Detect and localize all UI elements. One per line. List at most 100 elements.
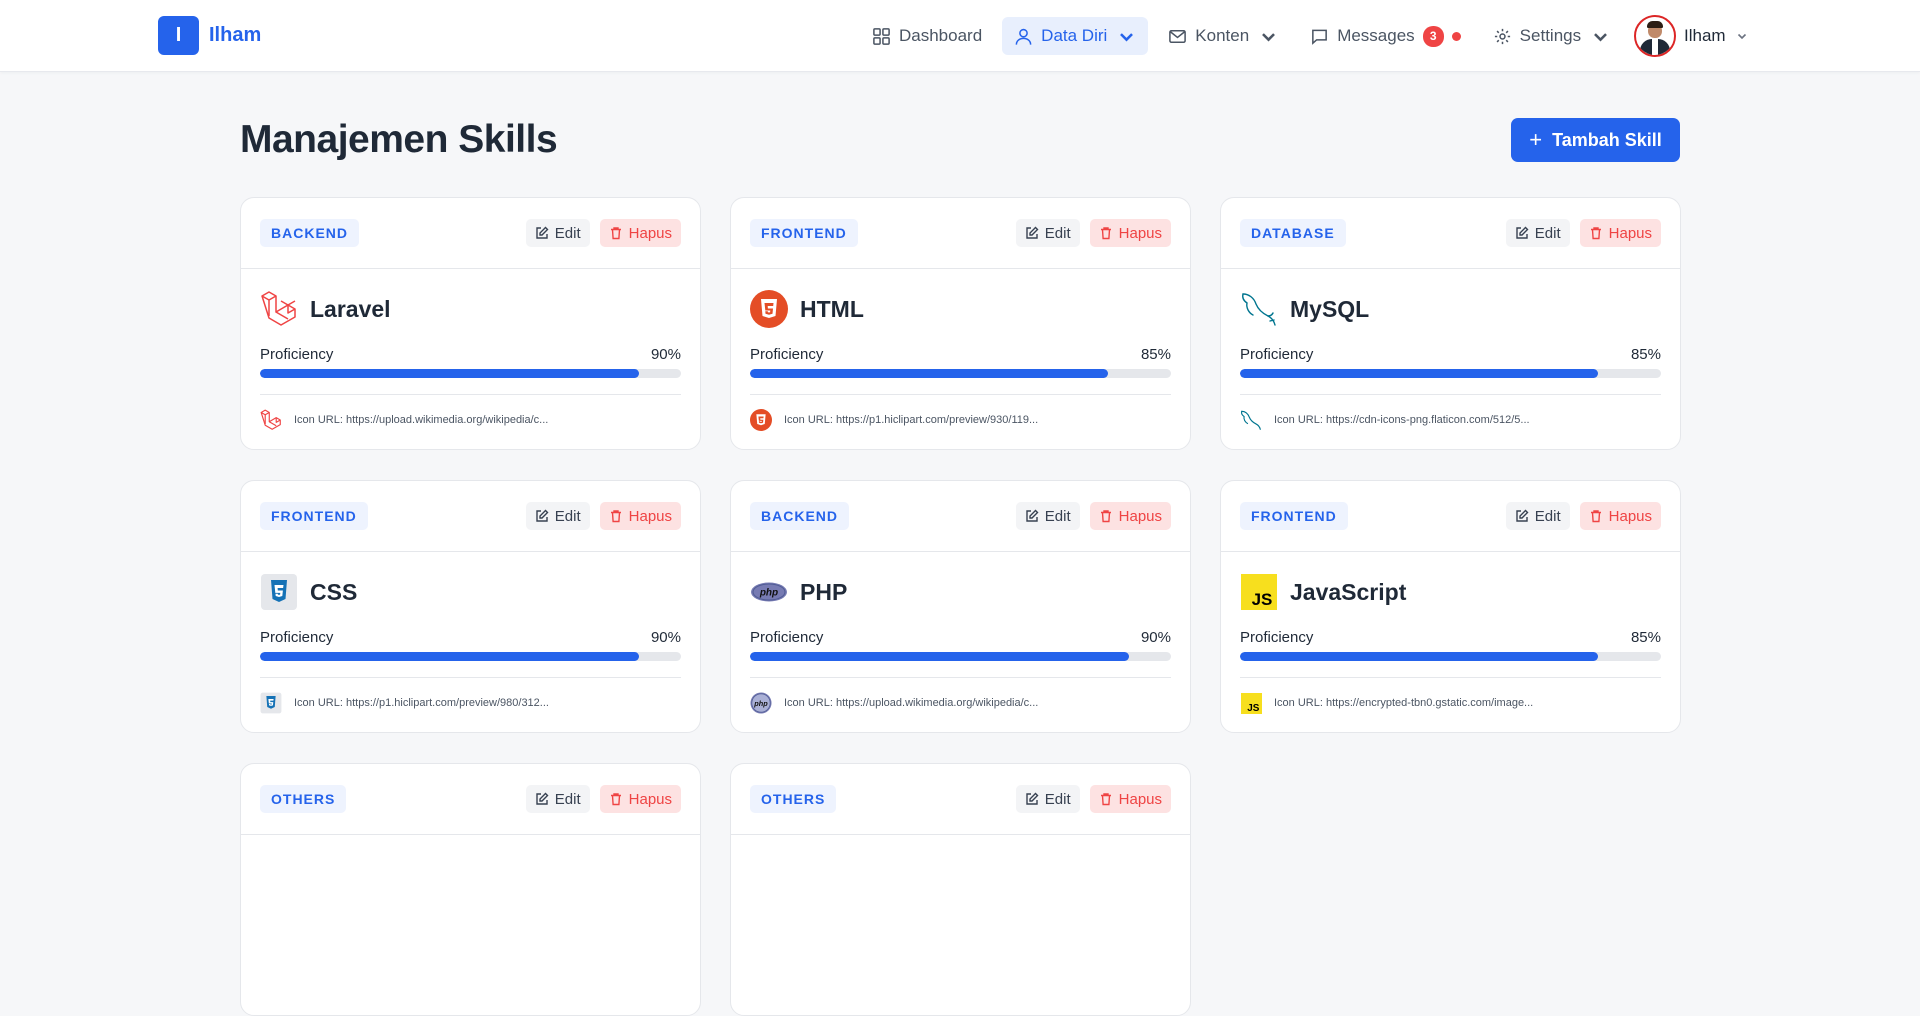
nav-menu: Dashboard Data Diri Konten Messages 3 Se… bbox=[860, 17, 1622, 55]
user-menu[interactable]: Ilham bbox=[1634, 15, 1748, 57]
delete-label: Hapus bbox=[1608, 507, 1652, 525]
proficiency-bar-fill bbox=[260, 369, 639, 378]
delete-label: Hapus bbox=[1608, 224, 1652, 242]
edit-icon bbox=[1516, 509, 1529, 522]
javascript-icon: JS bbox=[1240, 573, 1278, 611]
card-actions: Edit Hapus bbox=[1505, 219, 1661, 247]
javascript-icon: JS bbox=[1240, 692, 1262, 714]
nav-item-label: Dashboard bbox=[899, 26, 983, 45]
add-skill-button[interactable]: + Tambah Skill bbox=[1511, 118, 1680, 162]
card-actions: Edit Hapus bbox=[1015, 785, 1171, 813]
skill-card: DATABASE Edit Hapus MySQL Proficiency 85… bbox=[1220, 197, 1681, 450]
delete-button[interactable]: Hapus bbox=[1089, 502, 1171, 530]
skill-card: BACKEND Edit Hapus php PHP Proficiency 9… bbox=[730, 480, 1191, 733]
skill-name: CSS bbox=[310, 578, 358, 605]
mysql-dolphin-icon bbox=[1240, 290, 1278, 328]
proficiency-bar bbox=[1240, 369, 1661, 378]
add-skill-label: Tambah Skill bbox=[1552, 129, 1662, 150]
proficiency-label: Proficiency bbox=[750, 629, 824, 646]
edit-button[interactable]: Edit bbox=[1505, 219, 1570, 247]
nav-item-label: Data Diri bbox=[1041, 26, 1108, 45]
delete-button[interactable]: Hapus bbox=[599, 502, 681, 530]
nav-item-data-diri[interactable]: Data Diri bbox=[1002, 17, 1149, 55]
brand-name: Ilham bbox=[209, 24, 262, 46]
nav-item-label: Settings bbox=[1519, 26, 1582, 45]
card-header: OTHERS Edit Hapus bbox=[241, 764, 700, 835]
category-badge: OTHERS bbox=[750, 785, 837, 813]
brand[interactable]: I Ilham bbox=[158, 16, 261, 55]
card-header: BACKEND Edit Hapus bbox=[731, 481, 1190, 552]
edit-icon bbox=[1026, 792, 1039, 805]
laravel-icon bbox=[260, 409, 282, 431]
card-actions: Edit Hapus bbox=[525, 219, 681, 247]
trash-icon bbox=[1100, 793, 1111, 806]
brand-logo: I bbox=[158, 16, 199, 55]
proficiency-bar-fill bbox=[750, 652, 1129, 661]
icon-url-text: Icon URL: https://upload.wikimedia.org/w… bbox=[294, 414, 549, 426]
nav-item-dashboard[interactable]: Dashboard bbox=[860, 17, 994, 55]
nav-item-settings[interactable]: Settings bbox=[1481, 17, 1622, 55]
avatar bbox=[1634, 15, 1676, 57]
card-actions: Edit Hapus bbox=[525, 785, 681, 813]
nav-item-konten[interactable]: Konten bbox=[1156, 17, 1290, 55]
proficiency-bar bbox=[1240, 652, 1661, 661]
chevron-down-icon bbox=[1262, 32, 1276, 41]
edit-label: Edit bbox=[554, 224, 581, 242]
delete-label: Hapus bbox=[1118, 224, 1162, 242]
category-badge: FRONTEND bbox=[1240, 502, 1348, 530]
icon-url-text: Icon URL: https://encrypted-tbn0.gstatic… bbox=[1274, 697, 1534, 709]
edit-icon bbox=[1026, 509, 1039, 522]
edit-label: Edit bbox=[554, 790, 581, 808]
html5-icon bbox=[750, 409, 772, 431]
edit-button[interactable]: Edit bbox=[1505, 502, 1570, 530]
proficiency-value: 90% bbox=[1140, 629, 1171, 646]
skills-grid: BACKEND Edit Hapus Laravel Proficiency 9… bbox=[240, 197, 1681, 1016]
card-actions: Edit Hapus bbox=[1505, 502, 1661, 530]
edit-button[interactable]: Edit bbox=[1015, 502, 1080, 530]
proficiency-label: Proficiency bbox=[1240, 346, 1314, 363]
edit-label: Edit bbox=[554, 507, 581, 525]
edit-icon bbox=[536, 226, 549, 239]
top-navbar: I Ilham Dashboard Data Diri Konten Messa… bbox=[0, 0, 1920, 72]
mysql-dolphin-icon bbox=[1240, 409, 1262, 431]
delete-button[interactable]: Hapus bbox=[1579, 219, 1661, 247]
edit-icon bbox=[536, 509, 549, 522]
proficiency-label: Proficiency bbox=[260, 629, 334, 646]
edit-label: Edit bbox=[1044, 507, 1071, 525]
proficiency-bar-fill bbox=[260, 652, 639, 661]
card-header: BACKEND Edit Hapus bbox=[241, 198, 700, 269]
category-badge: OTHERS bbox=[260, 785, 347, 813]
edit-label: Edit bbox=[1044, 790, 1071, 808]
delete-button[interactable]: Hapus bbox=[599, 219, 681, 247]
proficiency-label: Proficiency bbox=[750, 346, 824, 363]
delete-button[interactable]: Hapus bbox=[1579, 502, 1661, 530]
delete-button[interactable]: Hapus bbox=[1089, 219, 1171, 247]
php-icon: php bbox=[750, 692, 772, 714]
category-badge: FRONTEND bbox=[750, 219, 858, 247]
delete-button[interactable]: Hapus bbox=[1089, 785, 1171, 813]
icon-url-text: Icon URL: https://upload.wikimedia.org/w… bbox=[784, 697, 1039, 709]
chat-icon bbox=[1312, 29, 1328, 45]
skill-card: FRONTEND Edit Hapus HTML Proficiency 85%… bbox=[730, 197, 1191, 450]
edit-button[interactable]: Edit bbox=[1015, 785, 1080, 813]
nav-item-messages[interactable]: Messages 3 bbox=[1298, 17, 1472, 55]
card-actions: Edit Hapus bbox=[525, 502, 681, 530]
card-header: OTHERS Edit Hapus bbox=[731, 764, 1190, 835]
page-title: Manajemen Skills bbox=[240, 118, 558, 161]
edit-label: Edit bbox=[1534, 507, 1561, 525]
edit-button[interactable]: Edit bbox=[1015, 219, 1080, 247]
trash-icon bbox=[1100, 227, 1111, 240]
proficiency-bar bbox=[750, 369, 1171, 378]
css3-icon bbox=[260, 573, 298, 611]
edit-label: Edit bbox=[1534, 224, 1561, 242]
delete-button[interactable]: Hapus bbox=[599, 785, 681, 813]
skill-name: JavaScript bbox=[1290, 578, 1407, 605]
trash-icon bbox=[1590, 227, 1601, 240]
card-header: FRONTEND Edit Hapus bbox=[241, 481, 700, 552]
proficiency-bar bbox=[260, 652, 681, 661]
edit-button[interactable]: Edit bbox=[525, 785, 590, 813]
delete-label: Hapus bbox=[628, 790, 672, 808]
edit-button[interactable]: Edit bbox=[525, 502, 590, 530]
messages-count-badge: 3 bbox=[1422, 25, 1444, 47]
edit-button[interactable]: Edit bbox=[525, 219, 590, 247]
